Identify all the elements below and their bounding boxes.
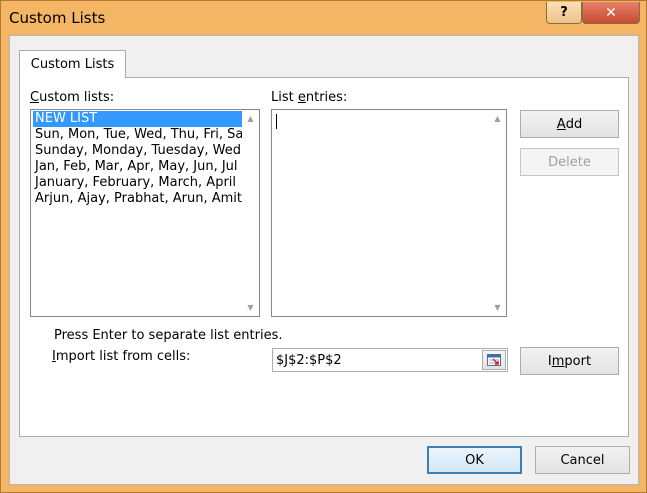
import-button[interactable]: Im port	[520, 347, 619, 375]
ok-button[interactable]: OK	[427, 446, 522, 474]
help-button[interactable]: ?	[546, 2, 582, 24]
list-entries-label: List entries:	[271, 90, 348, 105]
list-item[interactable]: NEW LIST	[33, 111, 242, 127]
cancel-button[interactable]: Cancel	[535, 446, 630, 474]
list-item[interactable]: Jan, Feb, Mar, Apr, May, Jun, Jul	[33, 159, 242, 175]
dialog-title: Custom Lists	[9, 9, 106, 27]
custom-lists-label: Custom lists:	[30, 90, 115, 105]
delete-button[interactable]: Delete	[520, 148, 619, 176]
text-caret	[276, 114, 277, 129]
import-range-input[interactable]	[273, 349, 478, 371]
custom-lists-scrollbar[interactable]: ▲ ▼	[242, 110, 259, 316]
title-bar[interactable]: Custom Lists ? ✕	[1, 1, 646, 35]
list-item[interactable]: January, February, March, April	[33, 175, 242, 191]
range-selector-icon	[487, 354, 501, 366]
tab-panel: Custom lists: List entries: NEW LIST Sun,…	[19, 77, 629, 437]
import-label: Import list from cells:	[52, 349, 191, 364]
add-button[interactable]: Add	[520, 110, 619, 138]
dialog-body: Custom Lists Custom lists: List entries:…	[9, 35, 639, 485]
scroll-up-icon[interactable]: ▲	[489, 110, 506, 127]
close-icon: ✕	[605, 4, 617, 21]
help-icon: ?	[560, 5, 568, 20]
custom-lists-items: NEW LIST Sun, Mon, Tue, Wed, Thu, Fri, Sa…	[33, 111, 242, 207]
separator-hint: Press Enter to separate list entries.	[54, 328, 283, 343]
close-button[interactable]: ✕	[582, 2, 640, 24]
import-range-field	[272, 348, 508, 372]
tab-custom-lists[interactable]: Custom Lists	[19, 50, 126, 78]
tab-label: Custom Lists	[30, 57, 115, 72]
list-entries-textarea[interactable]: ▲ ▼	[271, 109, 507, 317]
scroll-down-icon[interactable]: ▼	[489, 299, 506, 316]
list-item[interactable]: Sunday, Monday, Tuesday, Wednesday	[33, 143, 242, 159]
custom-lists-dialog: Custom Lists ? ✕ Custom Lists Custom lis…	[0, 0, 647, 493]
list-item[interactable]: Arjun, Ajay, Prabhat, Arun, Amit	[33, 191, 242, 207]
collapse-dialog-button[interactable]	[482, 350, 506, 370]
scroll-down-icon[interactable]: ▼	[242, 299, 259, 316]
custom-lists-listbox[interactable]: NEW LIST Sun, Mon, Tue, Wed, Thu, Fri, Sa…	[30, 109, 260, 317]
list-item[interactable]: Sun, Mon, Tue, Wed, Thu, Fri, Sat	[33, 127, 242, 143]
list-entries-scrollbar[interactable]: ▲ ▼	[489, 110, 506, 316]
scroll-up-icon[interactable]: ▲	[242, 110, 259, 127]
